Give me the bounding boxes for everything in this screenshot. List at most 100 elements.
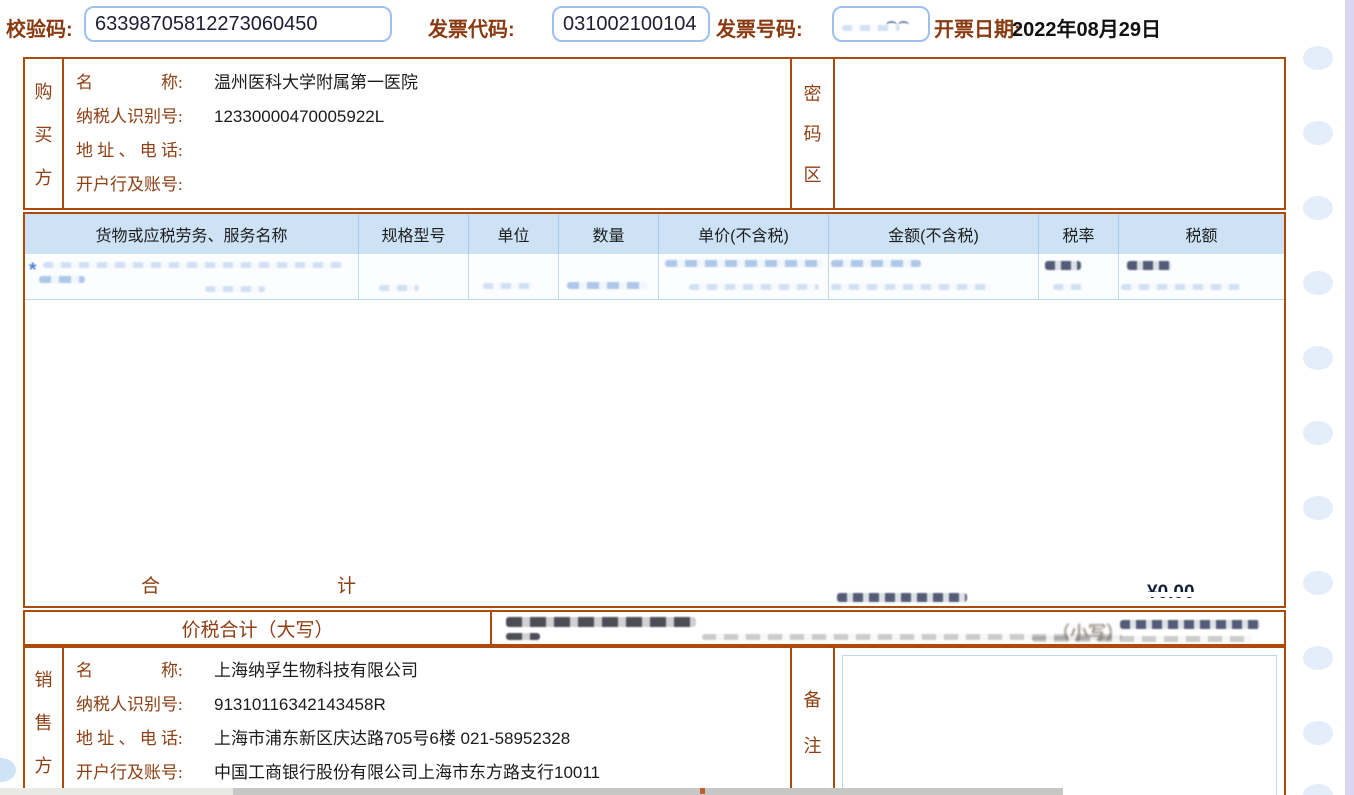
buyer-section: 购 买 方 名 称: 温州医科大学附属第一医院 纳税人识别号: 12330000… [23,57,1286,210]
items-header-row: 货物或应税劳务、服务名称 规格型号 单位 数量 单价(不含税) 金额(不含税) … [25,214,1284,254]
check-code-input[interactable]: 63398705812273060450 [84,6,392,42]
buyer-address-label: 地 址 、 电 话: [76,140,214,161]
seller-taxid-value: 91310116342143458R [214,694,386,715]
redacted-smudge [898,21,909,29]
margin-dot [1303,571,1333,595]
seller-name-label: 名 称: [76,660,214,681]
buyer-name-label: 名 称: [76,72,214,93]
invoice-code-input[interactable]: 031002100104 [552,6,710,42]
margin-dot [1303,346,1333,370]
item-taxrate-cell [1039,254,1119,299]
total-tax-amount: ¥0.00 [1147,582,1195,604]
margin-dot [1303,721,1333,745]
total-label-right: 计 [337,571,356,598]
items-table: 货物或应税劳务、服务名称 规格型号 单位 数量 单价(不含税) 金额(不含税) … [23,212,1286,608]
redacted-smudge [1127,261,1171,270]
invoice-number-input[interactable] [832,6,930,42]
seller-address-value: 上海市浦东新区庆达路705号6楼 021-58952328 [214,728,570,749]
col-header-amount: 金额(不含税) [829,214,1039,254]
col-header-taxrate: 税率 [1039,214,1119,254]
redacted-smudge [1053,284,1083,290]
scrollbar-track[interactable] [1345,0,1354,795]
margin-dot [1303,784,1333,795]
col-header-unit: 单位 [469,214,559,254]
margin-dot [1303,121,1333,145]
password-side-char: 密 [804,80,822,106]
bottom-tick [700,788,705,794]
buyer-side-label: 购 买 方 [25,59,64,208]
seller-section: 销 售 方 名 称: 上海纳孚生物科技有限公司 纳税人识别号: 91310116… [23,646,1286,795]
remarks-box[interactable] [842,655,1277,795]
col-header-name: 货物或应税劳务、服务名称 [25,214,359,254]
margin-dot [1303,271,1333,295]
redacted-total-amount [837,593,967,602]
seller-bank-value: 中国工商银行股份有限公司上海市东方路支行10011 [214,762,600,783]
redacted-smudge [689,284,819,290]
seller-info: 名 称: 上海纳孚生物科技有限公司 纳税人识别号: 91310116342143… [64,648,790,795]
buyer-side-char: 方 [35,164,53,190]
seller-side-char: 销 [35,666,53,692]
margin-dot [1303,646,1333,670]
redacted-smudge [1121,284,1241,290]
item-row: * [25,254,1284,300]
check-code-value: 63398705812273060450 [95,13,317,36]
issue-date-value: 2022年08月29日 [1012,13,1161,42]
item-name-cell: * [25,254,359,299]
redacted-smudge [665,260,823,267]
items-total-row: 合 计 ¥0.00 [25,550,1284,606]
col-header-qty: 数量 [559,214,659,254]
remarks-side-char: 注 [804,732,822,758]
seller-address-label: 地 址 、 电 话: [76,728,214,749]
password-side-char: 码 [804,120,822,146]
redacted-smudge [831,260,921,267]
col-header-tax: 税额 [1119,214,1284,254]
items-empty-area [25,300,1284,550]
redacted-smudge [886,21,897,29]
margin-dot [0,758,16,782]
seller-side-label: 销 售 方 [25,648,64,795]
buyer-taxid-label: 纳税人识别号: [76,106,214,127]
seller-bank-label: 开户行及账号: [76,762,214,783]
buyer-bank-row: 开户行及账号: [76,174,780,195]
buyer-side-char: 购 [35,78,53,104]
margin-dot [1303,196,1333,220]
buyer-name-row: 名 称: 温州医科大学附属第一医院 [76,72,780,93]
item-price-cell [659,254,829,299]
check-code-label: 校验码: [6,13,73,42]
seller-taxid-label: 纳税人识别号: [76,694,214,715]
buyer-side-char: 买 [35,121,53,147]
seller-address-row: 地 址 、 电 话: 上海市浦东新区庆达路705号6楼 021-58952328 [76,728,780,749]
remarks-side-label: 备 注 [790,648,835,795]
seller-name-row: 名 称: 上海纳孚生物科技有限公司 [76,660,780,681]
redacted-smudge [831,284,991,290]
password-area-label: 密 码 区 [790,59,835,208]
seller-taxid-row: 纳税人识别号: 91310116342143458R [76,694,780,715]
issue-date-label: 开票日期: [934,13,1021,42]
invoice-page: 校验码: 63398705812273060450 发票代码: 03100210… [0,0,1354,795]
redacted-smudge [205,286,265,292]
item-unit-cell [469,254,559,299]
redacted-smudge [43,262,343,268]
remarks-side-char: 备 [804,686,822,712]
margin-dot [1303,421,1333,445]
bottom-band [0,788,233,795]
invoice-number-label: 发票号码: [716,13,803,42]
sum-values: （小写） [492,612,1284,644]
seller-side-char: 售 [35,709,53,735]
redacted-smudge [506,633,540,640]
redacted-smudge [567,282,647,289]
item-name-prefix: * [29,260,36,282]
buyer-taxid-value: 12330000470005922L [214,106,384,127]
redacted-smudge [1045,261,1081,270]
redacted-smudge [39,276,85,283]
margin-dot [1303,496,1333,520]
invoice-code-label: 发票代码: [428,13,515,42]
bottom-band [233,788,1063,795]
invoice-code-value: 031002100104 [563,13,696,36]
redacted-smudge [379,285,419,291]
item-spec-cell [359,254,469,299]
item-amount-cell [829,254,1039,299]
buyer-address-row: 地 址 、 电 话: [76,140,780,161]
total-label-left: 合 [141,571,160,598]
seller-name-value: 上海纳孚生物科技有限公司 [214,660,418,681]
